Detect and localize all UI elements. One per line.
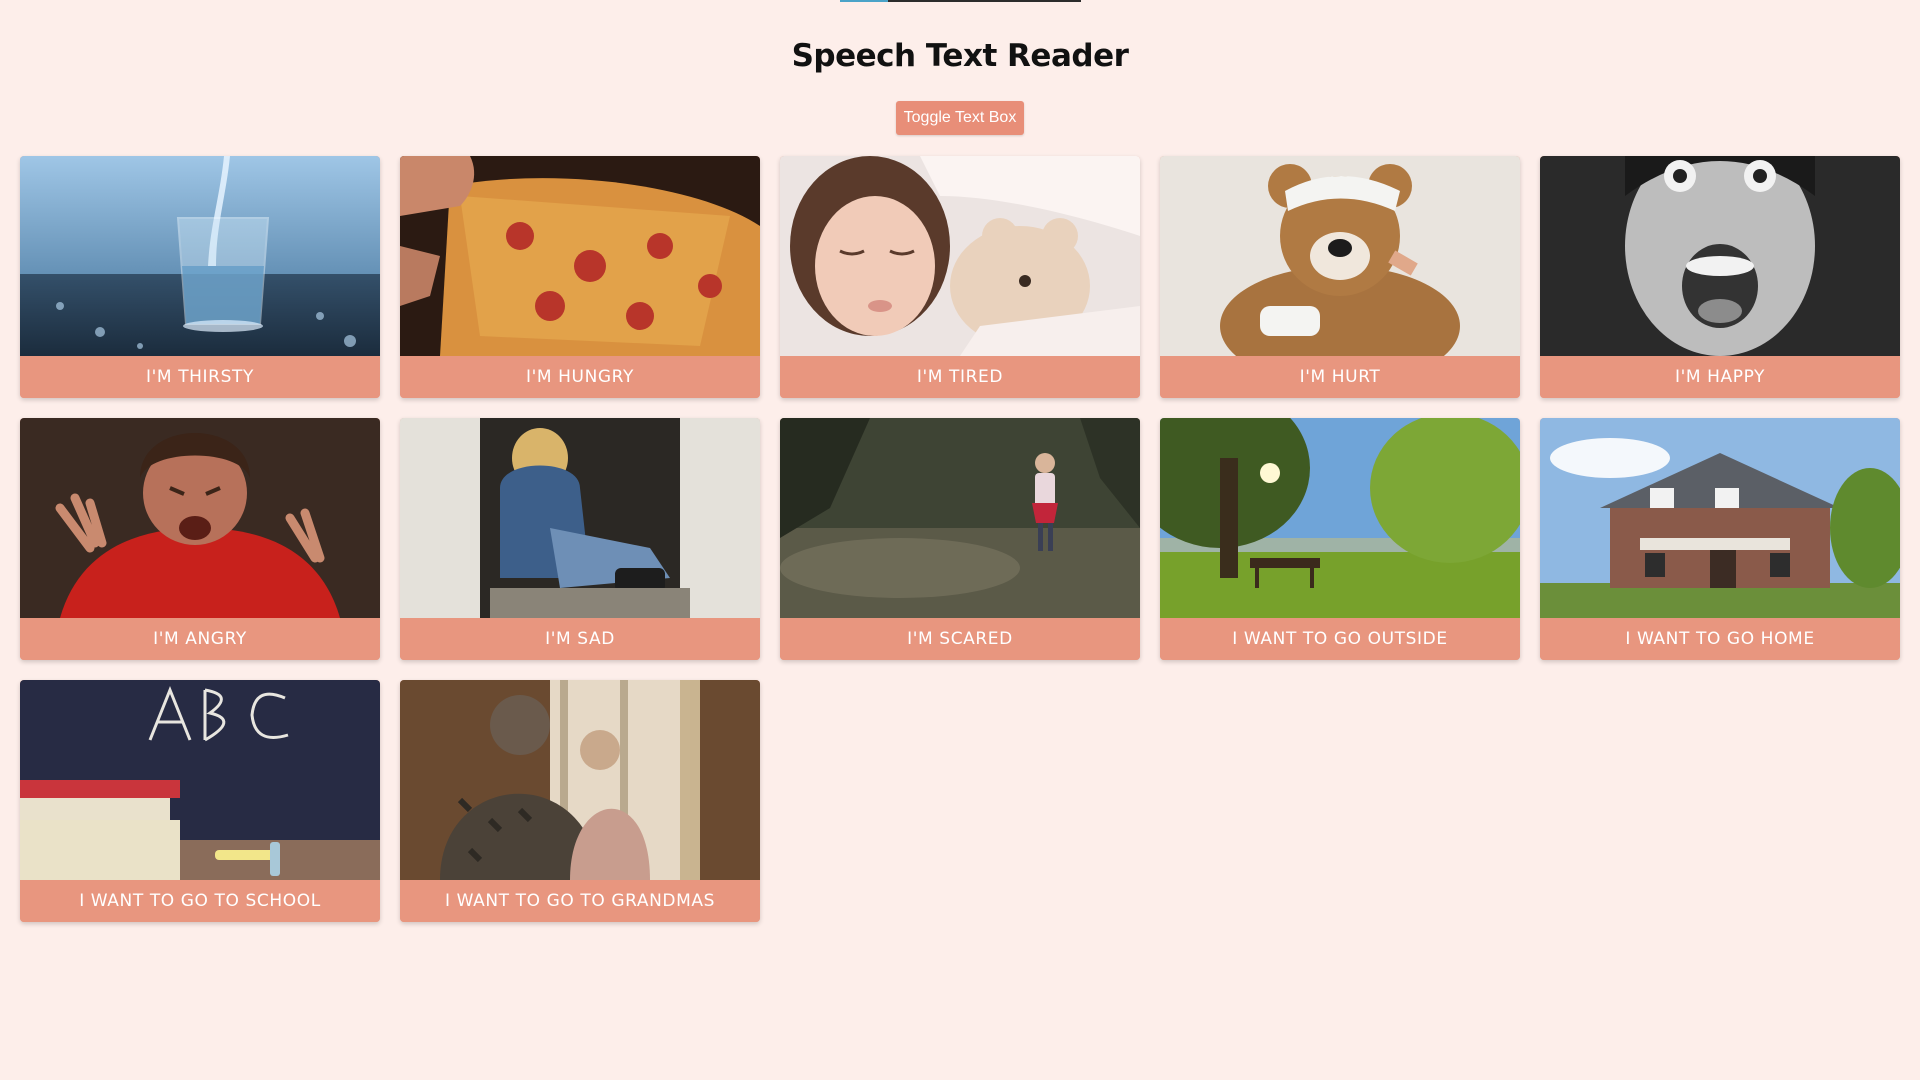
card-label: I'M SAD (400, 618, 760, 660)
bandaged-teddy-bear-image (1160, 156, 1520, 356)
sleeping-child-with-teddy-image (780, 156, 1140, 356)
small-girl-in-forest-image (780, 418, 1140, 618)
progress-bar (840, 0, 1081, 2)
card-label: I'M HAPPY (1540, 356, 1900, 398)
card-hungry[interactable]: I'M HUNGRY (400, 156, 760, 398)
chalkboard-abc-image (20, 680, 380, 880)
card-label: I'M SCARED (780, 618, 1140, 660)
card-go-to-grandmas[interactable]: I WANT TO GO TO GRANDMAS (400, 680, 760, 922)
card-go-to-school[interactable]: I WANT TO GO TO SCHOOL (20, 680, 380, 922)
page-title: Speech Text Reader (791, 38, 1129, 74)
house-image (1540, 418, 1900, 618)
card-go-home[interactable]: I WANT TO GO HOME (1540, 418, 1900, 660)
card-label: I'M HURT (1160, 356, 1520, 398)
card-label: I'M THIRSTY (20, 356, 380, 398)
card-label: I'M HUNGRY (400, 356, 760, 398)
card-label: I'M TIRED (780, 356, 1140, 398)
card-happy[interactable]: I'M HAPPY (1540, 156, 1900, 398)
toggle-text-box-button[interactable]: Toggle Text Box (896, 101, 1024, 135)
card-label: I WANT TO GO TO SCHOOL (20, 880, 380, 922)
card-scared[interactable]: I'M SCARED (780, 418, 1140, 660)
angry-boy-image (20, 418, 380, 618)
card-sad[interactable]: I'M SAD (400, 418, 760, 660)
card-go-outside[interactable]: I WANT TO GO OUTSIDE (1160, 418, 1520, 660)
grandma-with-child-image (400, 680, 760, 880)
card-label: I WANT TO GO HOME (1540, 618, 1900, 660)
card-angry[interactable]: I'M ANGRY (20, 418, 380, 660)
card-label: I'M ANGRY (20, 618, 380, 660)
pizza-slice-image (400, 156, 760, 356)
card-tired[interactable]: I'M TIRED (780, 156, 1140, 398)
glass-of-water-image (20, 156, 380, 356)
sunny-park-image (1160, 418, 1520, 618)
card-label: I WANT TO GO TO GRANDMAS (400, 880, 760, 922)
progress-bar-fill (840, 0, 889, 2)
card-thirsty[interactable]: I'M THIRSTY (20, 156, 380, 398)
excited-boy-image (1540, 156, 1900, 356)
card-grid: I'M THIRSTY I'M HUNGRY I'M TIRED I'M HUR… (20, 156, 1900, 922)
card-label: I WANT TO GO OUTSIDE (1160, 618, 1520, 660)
card-hurt[interactable]: I'M HURT (1160, 156, 1520, 398)
sad-girl-in-doorway-image (400, 418, 760, 618)
